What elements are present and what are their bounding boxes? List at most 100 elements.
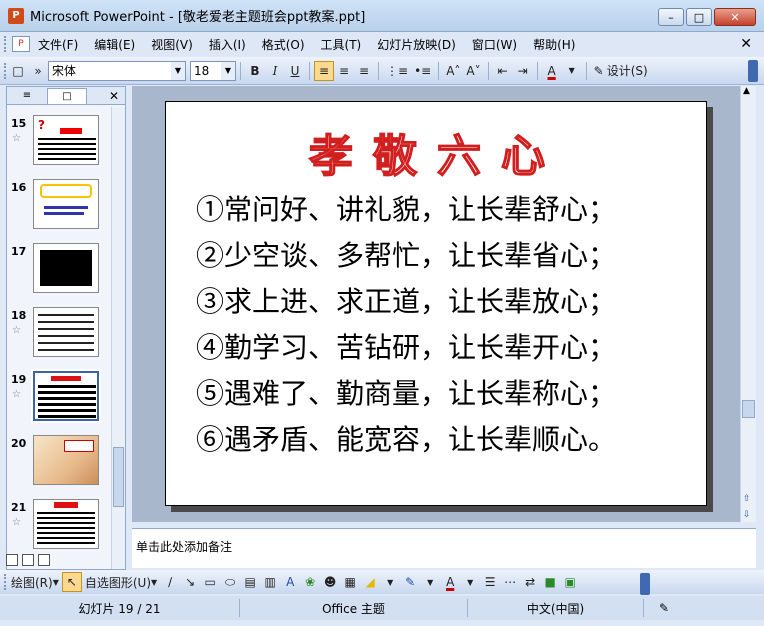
scroll-thumb[interactable] [742, 400, 755, 418]
italic-button[interactable]: I [265, 61, 285, 81]
close-button[interactable]: ✕ [714, 8, 756, 26]
previous-slide-icon[interactable]: ⇧ [743, 494, 751, 504]
chevron-down-icon[interactable]: ▼ [171, 61, 185, 80]
slide-thumbnail[interactable]: 18 ☆ [7, 307, 111, 369]
font-size-select[interactable]: 18 ▼ [190, 60, 236, 81]
line-icon[interactable]: ∕ [160, 572, 180, 592]
slideshow-view-icon[interactable] [38, 554, 50, 566]
chevron-down-icon[interactable]: ▼ [562, 61, 582, 81]
menu-slideshow[interactable]: 幻灯片放映(D) [369, 36, 464, 53]
drawing-toolbar: 绘图(R) ▼ ↖ 自选图形(U) ▼ ∕ ↘ ▭ ⬭ ▤ ▥ A ❀ ☻ ▦ … [0, 570, 764, 595]
maximize-button[interactable]: □ [686, 8, 712, 26]
toolbar-options-icon[interactable] [640, 573, 650, 595]
powerpoint-app-icon[interactable]: P [8, 7, 24, 24]
numbering-icon[interactable]: ⋮≡ [383, 61, 411, 81]
fill-color-icon[interactable]: ◢ [360, 572, 380, 592]
diagram-icon[interactable]: ❀ [300, 572, 320, 592]
slide-text-line[interactable]: ①常问好、讲礼貌，让长辈舒心； [196, 188, 616, 228]
chevron-down-icon[interactable]: ▼ [460, 572, 480, 592]
line-style-icon[interactable]: ☰ [480, 572, 500, 592]
close-icon[interactable]: ✕ [109, 89, 119, 103]
autoshapes-label: 自选图形(U) [84, 575, 152, 590]
slide-thumbnail[interactable]: 16 [7, 179, 111, 241]
next-slide-icon[interactable]: ⇩ [743, 510, 751, 520]
align-center-icon[interactable]: ≡ [334, 61, 354, 81]
document-close-icon[interactable]: ✕ [740, 36, 752, 52]
slide-text-line[interactable]: ②少空谈、多帮忙，让长辈省心； [196, 234, 616, 274]
wordart-icon[interactable]: A [280, 572, 300, 592]
new-document-icon[interactable]: □ [8, 61, 28, 81]
document-icon[interactable]: P [12, 36, 30, 52]
vertical-textbox-icon[interactable]: ▥ [260, 572, 280, 592]
shadow-style-icon[interactable]: ■ [540, 572, 560, 592]
slide-sorter-view-icon[interactable] [22, 554, 34, 566]
line-color-icon[interactable]: ✎ [400, 572, 420, 592]
spelling-check-icon[interactable]: ✎ [644, 599, 684, 617]
slide-thumbnail-selected[interactable]: 19 ☆ [7, 369, 111, 433]
animation-star-icon: ☆ [12, 325, 21, 336]
font-select[interactable]: 宋体 ▼ [48, 60, 186, 81]
increase-font-icon[interactable]: A˄ [443, 61, 463, 81]
autoshapes-button[interactable]: 自选图形(U) ▼ [82, 572, 160, 592]
increase-indent-icon[interactable]: ⇥ [513, 61, 533, 81]
thumbnail-scrollbar[interactable] [111, 107, 125, 569]
menu-file[interactable]: 文件(F) [30, 36, 86, 53]
chevron-down-icon[interactable]: ▼ [221, 61, 235, 80]
slide-thumbnail[interactable]: 21 ☆ [7, 499, 111, 559]
chevron-down-icon[interactable]: ▼ [380, 572, 400, 592]
chevron-down-icon[interactable]: ▼ [420, 572, 440, 592]
slide-title[interactable]: 孝敬六心 [166, 120, 708, 184]
menu-insert[interactable]: 插入(I) [201, 36, 254, 53]
notes-pane[interactable]: 单击此处添加备注 [132, 528, 756, 568]
slide-text-line[interactable]: ③求上进、求正道，让长辈放心； [196, 280, 616, 320]
slide-text-line[interactable]: ⑤遇难了、勤商量，让长辈称心； [196, 372, 616, 412]
arrow-icon[interactable]: ↘ [180, 572, 200, 592]
dash-style-icon[interactable]: ⋯ [500, 572, 520, 592]
3d-style-icon[interactable]: ▣ [560, 572, 580, 592]
draw-menu-button[interactable]: 绘图(R) ▼ [8, 572, 62, 592]
menu-edit[interactable]: 编辑(E) [86, 36, 143, 53]
slide-thumbnail[interactable]: 15 ☆ ? [7, 115, 111, 177]
select-pointer-icon[interactable]: ↖ [61, 572, 82, 592]
chevron-down-icon: ▼ [52, 577, 59, 587]
menu-view[interactable]: 视图(V) [143, 36, 201, 53]
scroll-up-icon[interactable]: ▲ [743, 86, 750, 96]
menu-tools[interactable]: 工具(T) [313, 36, 370, 53]
menu-grip[interactable] [4, 36, 8, 52]
design-button[interactable]: ✎ 设计(S) [591, 61, 651, 81]
status-bar: 幻灯片 19 / 21 Office 主题 中文(中国) ✎ [0, 596, 764, 620]
menu-format[interactable]: 格式(O) [254, 36, 313, 53]
menu-window[interactable]: 窗口(W) [464, 36, 525, 53]
picture-icon[interactable]: ▦ [340, 572, 360, 592]
oval-icon[interactable]: ⬭ [220, 572, 240, 592]
slide-thumbnail[interactable]: 17 [7, 243, 111, 305]
minimize-button[interactable]: – [658, 8, 684, 26]
font-color-icon[interactable]: A [440, 572, 460, 592]
align-left-icon[interactable]: ≡ [314, 60, 334, 81]
normal-view-icon[interactable] [6, 554, 18, 566]
menu-bar: P 文件(F) 编辑(E) 视图(V) 插入(I) 格式(O) 工具(T) 幻灯… [0, 32, 764, 56]
font-color-icon[interactable]: A [542, 61, 562, 81]
slide-text-line[interactable]: ④勤学习、苦钻研，让长辈开心； [196, 326, 616, 366]
rectangle-icon[interactable]: ▭ [200, 572, 220, 592]
clipart-icon[interactable]: ☻ [320, 572, 340, 592]
arrow-style-icon[interactable]: ⇄ [520, 572, 540, 592]
bullets-icon[interactable]: •≡ [411, 61, 434, 81]
editor-scrollbar[interactable]: ▲ ⇧ ⇩ [740, 86, 756, 522]
toolbar-options-icon[interactable] [748, 60, 758, 82]
slide-text-line[interactable]: ⑥遇矛盾、能宽容，让长辈顺心。 [196, 418, 616, 458]
slide-thumbnail[interactable]: 20 [7, 435, 111, 497]
align-right-icon[interactable]: ≡ [354, 61, 374, 81]
slide-canvas[interactable]: 孝敬六心 ①常问好、讲礼貌，让长辈舒心； ②少空谈、多帮忙，让长辈省心； ③求上… [165, 101, 707, 506]
bold-button[interactable]: B [245, 61, 265, 81]
slides-tab[interactable]: □ [47, 87, 87, 104]
scroll-thumb[interactable] [113, 447, 124, 507]
slide-preview [33, 435, 99, 485]
outline-tab[interactable]: ≡ [7, 88, 47, 104]
menu-help[interactable]: 帮助(H) [525, 36, 583, 53]
textbox-icon[interactable]: ▤ [240, 572, 260, 592]
decrease-indent-icon[interactable]: ⇤ [493, 61, 513, 81]
toolbar-options-icon[interactable]: » [28, 61, 48, 81]
underline-button[interactable]: U [285, 61, 305, 81]
decrease-font-icon[interactable]: A˅ [463, 61, 483, 81]
